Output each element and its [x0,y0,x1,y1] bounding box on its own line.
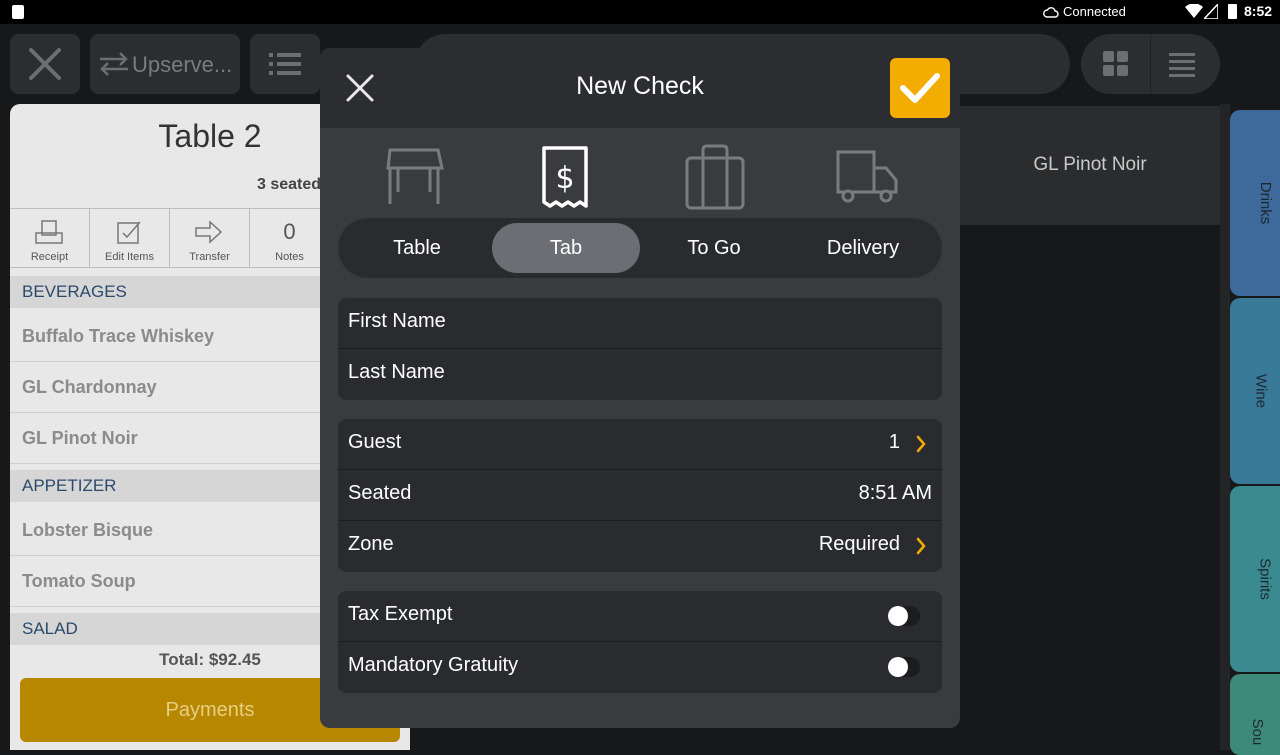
seated-label: Seated [348,482,412,504]
toggle-knob [888,657,908,677]
action-label: Receipt [30,251,69,263]
receipt-dollar-icon[interactable]: $ [530,144,600,214]
grid-view-icon[interactable] [1103,51,1129,77]
edit-items-button[interactable]: Edit Items [90,209,170,267]
zone-label: Zone [348,533,394,555]
first-name-placeholder: First Name [348,310,446,332]
seated-time: 8:51 AM [858,482,932,504]
tab-table[interactable]: Table [343,223,491,273]
tax-exempt-toggle[interactable] [888,606,920,626]
category-label: Wine [1252,373,1270,409]
receipt-button[interactable]: Receipt [10,209,90,267]
zone-row[interactable]: Zone Required [338,521,942,572]
chevron-right-icon [916,435,926,453]
tax-exempt-row: Tax Exempt [338,591,942,642]
options-group: Tax Exempt Mandatory Gratuity [338,591,942,693]
table-icon[interactable] [380,144,450,214]
account-label: Upserve... [132,52,233,77]
arrow-right-icon [195,220,223,244]
list-icon [269,53,301,75]
status-bar: Connected 8:52 [0,0,1280,24]
edit-check-icon [117,221,141,244]
tab-to-go[interactable]: To Go [640,223,788,273]
new-check-dialog: New Check $ Table Tab To Go Delivery Fir… [320,48,960,728]
clock: 8:52 [1244,3,1273,19]
gratuity-row: Mandatory Gratuity [338,642,942,693]
last-name-placeholder: Last Name [348,361,445,383]
dialog-title: New Check [576,72,704,100]
menu-item-tile[interactable]: GL Pinot Noir [960,106,1220,225]
svg-text:$: $ [555,161,574,196]
menu-divider [1220,104,1230,750]
divider [1150,34,1151,94]
category-label: Drinks [1256,181,1274,225]
sd-card-icon [12,5,24,19]
category-tab-wine[interactable]: Wine [1230,298,1280,484]
wifi-icon [1185,4,1203,18]
receipt-icon [35,220,63,244]
last-name-field[interactable]: Last Name [338,349,942,400]
category-tab-spirits[interactable]: Spirits [1230,486,1280,672]
account-switch-button[interactable]: Upserve... [90,34,240,94]
tab-delivery[interactable]: Delivery [789,223,937,273]
menu-item-label: GL Pinot Noir [1033,154,1147,175]
transfer-button[interactable]: Transfer [170,209,250,267]
guest-label: Guest [348,431,402,453]
close-button[interactable] [10,34,80,94]
swap-arrows-icon [100,52,128,76]
action-label: Edit Items [105,251,154,263]
category-label: Sou [1248,718,1266,746]
truck-icon[interactable] [832,144,902,214]
details-group: Guest 1 Seated 8:51 AM Zone Required [338,419,942,572]
confirm-button[interactable] [890,58,950,118]
shopping-bag-icon[interactable] [681,144,751,214]
action-label: Notes [275,251,304,263]
gratuity-toggle[interactable] [888,657,920,677]
notes-count: 0 [283,219,296,244]
tax-exempt-label: Tax Exempt [348,603,453,625]
seated-row: Seated 8:51 AM [338,470,942,521]
category-tab-drinks[interactable]: Drinks [1230,110,1280,296]
category-label: Spirits [1256,558,1274,600]
chevron-right-icon [916,537,926,555]
notes-button[interactable]: 0 Notes [250,209,330,267]
list-view-icon[interactable] [1169,51,1195,77]
dialog-header: New Check [320,48,960,128]
name-fields: First Name Last Name [338,298,942,400]
toggle-knob [888,606,908,626]
category-tab-soup[interactable]: Sou [1230,674,1280,755]
seated-info: 3 seated [257,176,322,193]
battery-icon [1228,4,1237,19]
list-button[interactable] [250,34,320,94]
guest-row[interactable]: Guest 1 [338,419,942,470]
check-type-selector: Table Tab To Go Delivery [338,218,942,278]
zone-value: Required [818,533,900,555]
checkmark-icon [900,73,940,103]
connection-status: Connected [1063,4,1126,19]
guest-value: 1 [888,431,900,453]
tab-tab[interactable]: Tab [492,223,640,273]
signal-icon [1204,4,1218,19]
view-toggle [1081,34,1220,94]
gratuity-label: Mandatory Gratuity [348,654,519,676]
cloud-icon [1043,7,1059,18]
action-label: Transfer [189,251,230,263]
close-icon [29,48,61,80]
first-name-field[interactable]: First Name [338,298,942,349]
